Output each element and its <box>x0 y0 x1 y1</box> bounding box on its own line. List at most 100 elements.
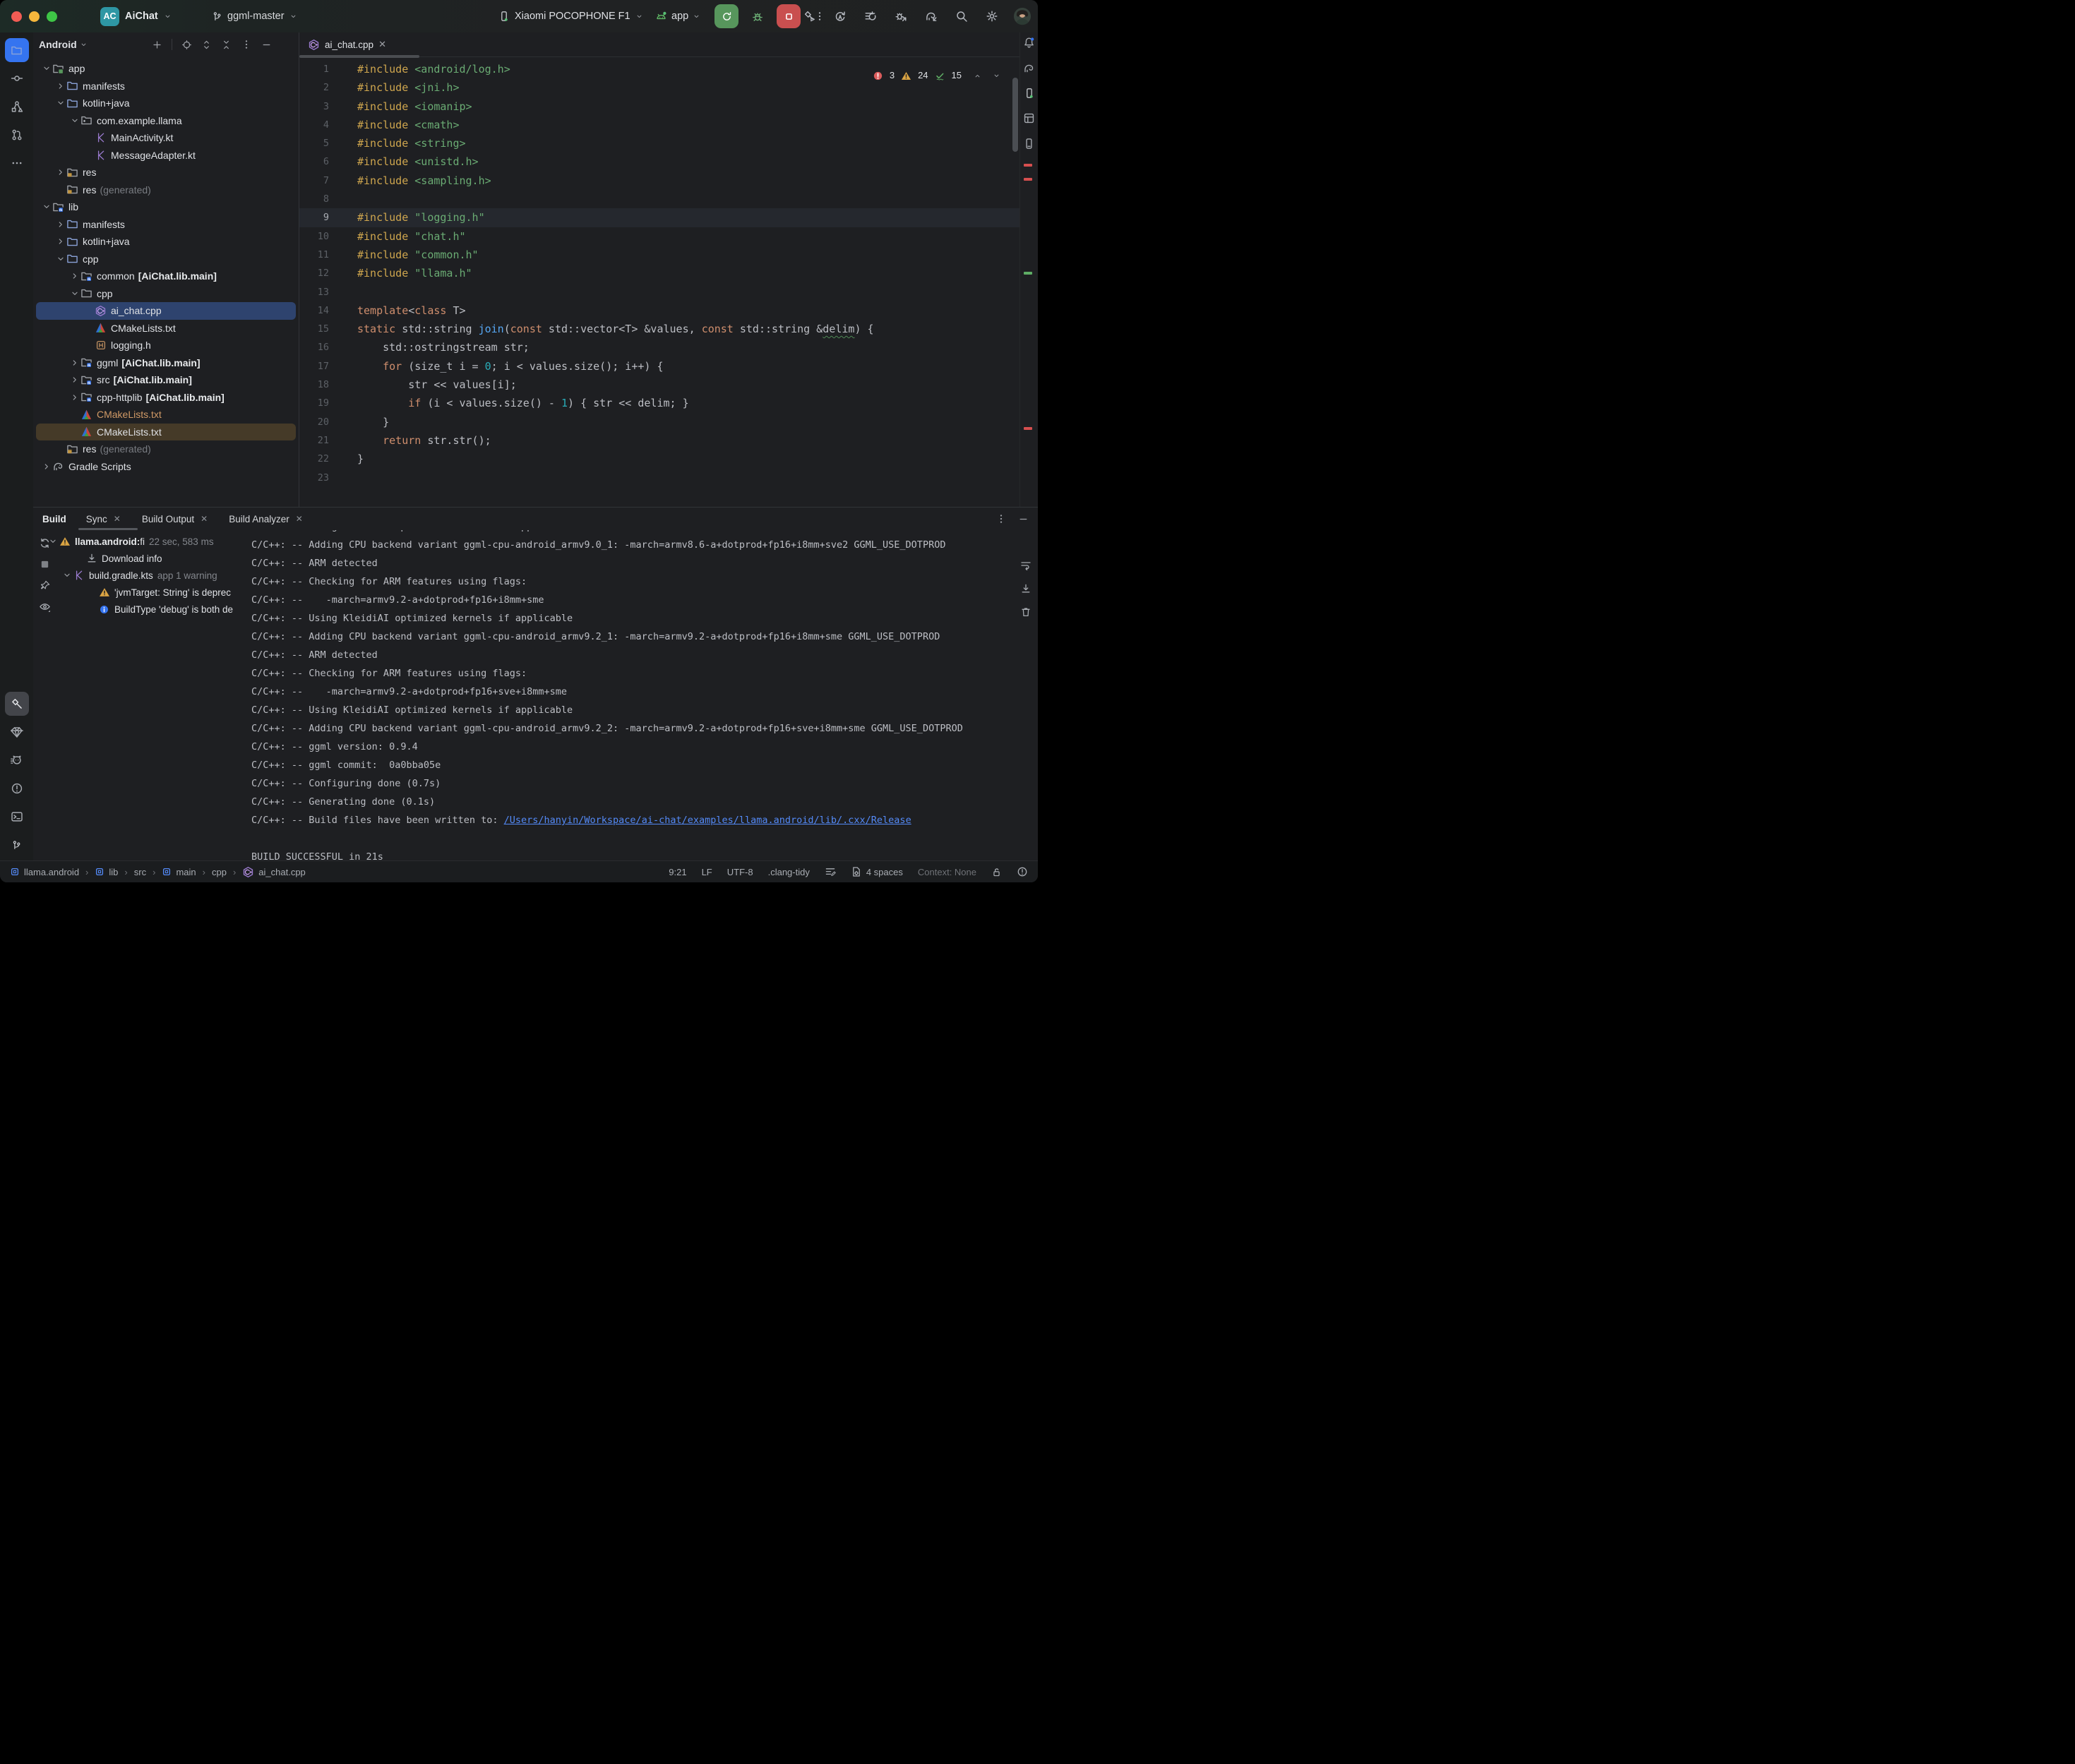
line-number-10[interactable]: 10 <box>299 227 340 246</box>
project-tree-row-res[interactable]: res <box>36 164 296 181</box>
caret-position[interactable]: 9:21 <box>669 867 686 877</box>
code-line-18[interactable]: str << values[i]; <box>357 376 1020 394</box>
vcs-branch-widget[interactable]: ggml-master <box>212 11 297 22</box>
stripe-structure-button[interactable] <box>5 95 29 119</box>
project-tree-row-cpp[interactable]: cpp <box>36 251 296 268</box>
line-number-17[interactable]: 17 <box>299 357 340 376</box>
project-tree-row-common-aichat-lib-main[interactable]: common[AiChat.lib.main] <box>36 268 296 285</box>
project-tree-row-kotlin-java[interactable]: kotlin+java <box>36 233 296 251</box>
build-options-button[interactable] <box>995 513 1007 524</box>
project-tree-row-com-example-llama[interactable]: com.example.llama <box>36 112 296 130</box>
project-tree-row-src-aichat-lib-main[interactable]: src[AiChat.lib.main] <box>36 371 296 389</box>
rerun-app-button[interactable] <box>714 4 738 28</box>
project-tree-row-cmakelists-txt[interactable]: CMakeLists.txt <box>36 406 296 424</box>
next-problem-button[interactable] <box>993 72 1000 80</box>
project-tree-row-cmakelists-txt[interactable]: CMakeLists.txt <box>36 424 296 441</box>
line-number-23[interactable]: 23 <box>299 469 340 487</box>
line-number-12[interactable]: 12 <box>299 264 340 282</box>
add-file-button[interactable] <box>152 40 162 50</box>
code-line-17[interactable]: for (size_t i = 0; i < values.size(); i+… <box>357 357 1020 376</box>
build-tree-row-download-info[interactable]: Download info <box>33 550 251 567</box>
attach-debugger-button[interactable] <box>891 6 911 26</box>
build-log[interactable]: C/C++: -- Using KleidiAI optimized kerne… <box>251 530 1010 862</box>
code-line-14[interactable]: template<class T> <box>357 301 1020 320</box>
stripe-more-tool-windows-button[interactable] <box>5 151 29 175</box>
project-tree-row-cpp[interactable]: cpp <box>36 285 296 303</box>
close-tab-icon[interactable]: ✕ <box>114 514 121 524</box>
build-tree-row-jvmtarget-string-is-deprec[interactable]: 'jvmTarget: String' is deprec <box>33 584 251 601</box>
line-number-7[interactable]: 7 <box>299 172 340 190</box>
stripe-build-button[interactable] <box>5 692 29 716</box>
line-number-3[interactable]: 3 <box>299 97 340 116</box>
error-stripe-mark[interactable] <box>1024 164 1032 167</box>
project-tree-row-ggml-aichat-lib-main[interactable]: ggml[AiChat.lib.main] <box>36 354 296 372</box>
stripe-device-manager-button[interactable] <box>1024 88 1035 99</box>
code-line-23[interactable] <box>357 469 1020 487</box>
project-tree-row-app[interactable]: app <box>36 60 296 78</box>
line-number-4[interactable]: 4 <box>299 116 340 134</box>
select-opened-file-button[interactable] <box>181 40 192 50</box>
hide-panel-button[interactable] <box>261 40 272 50</box>
project-tree-row-ai-chat-cpp[interactable]: ai_chat.cpp <box>36 302 296 320</box>
close-window-button[interactable] <box>11 11 22 22</box>
build-tab-sync[interactable]: Sync✕ <box>86 514 121 524</box>
notifications-widget[interactable] <box>1017 866 1028 877</box>
project-options-button[interactable] <box>241 39 252 50</box>
code-line-7[interactable]: #include <sampling.h> <box>357 172 1020 190</box>
zoom-window-button[interactable] <box>47 11 57 22</box>
code-content[interactable]: #include <android/log.h>#include <jni.h>… <box>357 60 1020 487</box>
project-tree-row-gradle-scripts[interactable]: Gradle Scripts <box>36 458 296 476</box>
hide-build-panel-button[interactable] <box>1018 514 1029 524</box>
line-number-8[interactable]: 8 <box>299 190 340 208</box>
collapse-all-button[interactable] <box>221 40 232 50</box>
gradle-sync-button[interactable] <box>921 6 941 26</box>
code-line-5[interactable]: #include <string> <box>357 134 1020 152</box>
build-tree-row-build-gradle-kts[interactable]: build.gradle.ktsapp 1 warning <box>33 567 251 584</box>
code-editor[interactable]: 1234567891011121314151617181920212223 #i… <box>299 56 1020 507</box>
stripe-gradle-button[interactable] <box>1023 62 1035 74</box>
code-line-4[interactable]: #include <cmath> <box>357 116 1020 134</box>
project-tree-row-manifests[interactable]: manifests <box>36 216 296 234</box>
project-tree-row-res-generated[interactable]: res(generated) <box>36 440 296 458</box>
build-tree-row-buildtype-debug-is-both-de[interactable]: BuildType 'debug' is both de <box>33 601 251 618</box>
build-tab-build-analyzer[interactable]: Build Analyzer✕ <box>229 514 303 524</box>
code-line-22[interactable]: } <box>357 450 1020 468</box>
line-number-9[interactable]: 9 <box>299 208 340 227</box>
line-separator[interactable]: LF <box>702 867 712 877</box>
close-tab-icon[interactable]: ✕ <box>296 514 303 524</box>
code-line-11[interactable]: #include "common.h" <box>357 246 1020 264</box>
readonly-toggle[interactable] <box>991 867 1002 877</box>
breadcrumb-lib[interactable]: lib <box>95 867 118 877</box>
editor-gutter[interactable]: 1234567891011121314151617181920212223 <box>299 60 340 487</box>
clear-log-icon[interactable] <box>1020 606 1031 618</box>
project-tree-row-manifests[interactable]: manifests <box>36 78 296 95</box>
context-widget[interactable]: Context: None <box>918 867 976 877</box>
line-number-5[interactable]: 5 <box>299 134 340 152</box>
device-selector[interactable]: Xiaomi POCOPHONE F1 <box>498 11 643 22</box>
file-encoding[interactable]: UTF-8 <box>727 867 753 877</box>
line-number-19[interactable]: 19 <box>299 394 340 412</box>
build-run-button[interactable] <box>800 6 820 26</box>
code-line-3[interactable]: #include <iomanip> <box>357 97 1020 116</box>
build-tree-row-llama-android-fi[interactable]: llama.android: fi22 sec, 583 ms <box>33 533 251 550</box>
stripe-problems-button[interactable] <box>5 776 29 800</box>
stripe-running-devices-button[interactable] <box>1023 112 1035 124</box>
line-number-20[interactable]: 20 <box>299 413 340 431</box>
line-number-22[interactable]: 22 <box>299 450 340 468</box>
code-line-12[interactable]: #include "llama.h" <box>357 264 1020 282</box>
project-tree-row-cmakelists-txt[interactable]: CMakeLists.txt <box>36 320 296 337</box>
line-number-1[interactable]: 1 <box>299 60 340 78</box>
code-line-9[interactable]: #include "logging.h" <box>357 208 1020 227</box>
close-tab-icon[interactable]: ✕ <box>201 514 208 524</box>
code-line-8[interactable] <box>357 190 1020 208</box>
stripe-project-button[interactable] <box>5 38 29 62</box>
indent-widget[interactable]: 4 spaces <box>851 866 903 877</box>
breadcrumb-cpp[interactable]: cpp <box>212 867 227 877</box>
editor-tab-ai-chat-cpp[interactable]: ai_chat.cpp ✕ <box>299 32 393 56</box>
error-stripe-mark[interactable] <box>1024 427 1032 430</box>
build-tab-build-output[interactable]: Build Output✕ <box>142 514 208 524</box>
stop-app-button[interactable] <box>777 4 801 28</box>
stripe-device-explorer-button[interactable] <box>1023 138 1035 150</box>
project-tree-row-cpp-httplib-aichat-lib-main[interactable]: cpp-httplib[AiChat.lib.main] <box>36 389 296 407</box>
code-line-16[interactable]: std::ostringstream str; <box>357 338 1020 356</box>
